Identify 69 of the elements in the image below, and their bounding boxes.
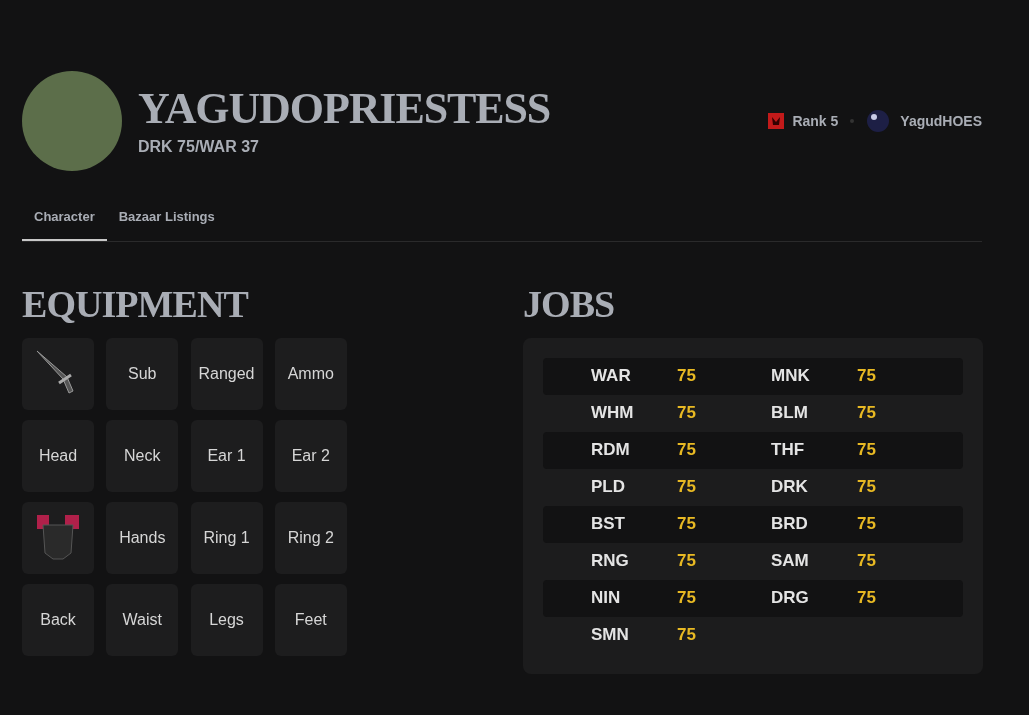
- rank-label: Rank 5: [792, 112, 839, 131]
- job-name: NIN: [591, 587, 622, 610]
- equipment-slot[interactable]: Feet: [274, 583, 347, 656]
- linkshell-label: YagudHOES: [900, 112, 982, 131]
- job-level: 75: [677, 439, 696, 462]
- job-level: 75: [857, 587, 876, 610]
- job-name: THF: [771, 439, 806, 462]
- job-level: 75: [677, 365, 696, 388]
- tab[interactable]: Character: [22, 195, 107, 241]
- section-heading: EQUIPMENT: [22, 281, 250, 326]
- equipment-slot[interactable]: Hands: [106, 501, 179, 574]
- slot-label: Ear 1: [207, 445, 246, 466]
- job-level: 75: [677, 402, 696, 425]
- job-level: 75: [677, 587, 696, 610]
- slot-label: Feet: [294, 609, 327, 630]
- job-name: SMN: [591, 624, 630, 647]
- job-name: BRD: [771, 513, 809, 536]
- slot-label: Back: [40, 609, 76, 630]
- job-name: MNK: [771, 365, 811, 388]
- job-level: 75: [857, 513, 876, 536]
- equipment-slot[interactable]: Ear 2: [274, 419, 347, 492]
- section-heading: JOBS: [523, 281, 616, 326]
- slot-label: Neck: [124, 445, 161, 466]
- job-level: 75: [857, 365, 876, 388]
- slot-label: Ring 1: [203, 527, 250, 548]
- slot-label: Ammo: [287, 363, 334, 384]
- job-name: BLM: [771, 402, 809, 425]
- slot-label: Hands: [119, 527, 166, 548]
- equipment-slot[interactable]: Ear 1: [190, 419, 263, 492]
- equipment-slot[interactable]: Ranged: [190, 337, 263, 410]
- equipment-slot[interactable]: Legs: [190, 583, 263, 656]
- job-name: BST: [591, 513, 626, 536]
- job-name: PLD: [591, 476, 626, 499]
- slot-label: Legs: [209, 609, 244, 630]
- job-level: 75: [857, 402, 876, 425]
- job-level: 75: [857, 439, 876, 462]
- slot-label: Sub: [128, 363, 157, 384]
- equipment-slot[interactable]: Back: [22, 583, 94, 656]
- job-level: 75: [677, 476, 696, 499]
- slot-label: Head: [38, 445, 78, 466]
- emblem-icon: [768, 113, 785, 129]
- job-level: 75: [677, 513, 696, 536]
- job-level: 75: [857, 476, 876, 499]
- job-level: 75: [677, 550, 696, 573]
- equipment-slot[interactable]: Waist: [106, 583, 179, 656]
- job-summary: DRK 75/WAR 37: [138, 137, 260, 157]
- equipment-slot[interactable]: Ring 2: [274, 501, 347, 574]
- job-name: RDM: [591, 439, 631, 462]
- equipment-slot[interactable]: Neck: [106, 419, 179, 492]
- job-name: RNG: [591, 550, 630, 573]
- equipment-slot[interactable]: Sub: [106, 337, 179, 410]
- character-name: YAGUDOPRIESTESS: [138, 83, 551, 135]
- slot-label: Ranged: [198, 363, 255, 384]
- tab[interactable]: Bazaar Listings: [106, 195, 227, 241]
- equipment-slot[interactable]: Ammo: [274, 337, 347, 410]
- slot-label: Ear 2: [291, 445, 330, 466]
- job-name: SAM: [771, 550, 810, 573]
- equipment-slot[interactable]: [22, 501, 94, 574]
- equipment-slot[interactable]: Ring 1: [190, 501, 263, 574]
- job-level: 75: [677, 624, 696, 647]
- job-name: DRK: [771, 476, 809, 499]
- slot-label: Ring 2: [287, 527, 334, 548]
- equipment-slot[interactable]: [22, 337, 94, 410]
- job-name: WAR: [591, 365, 632, 388]
- slot-label: Waist: [122, 609, 162, 630]
- job-name: DRG: [771, 587, 810, 610]
- equipment-slot[interactable]: Head: [22, 419, 94, 492]
- job-level: 75: [857, 550, 876, 573]
- job-name: WHM: [591, 402, 635, 425]
